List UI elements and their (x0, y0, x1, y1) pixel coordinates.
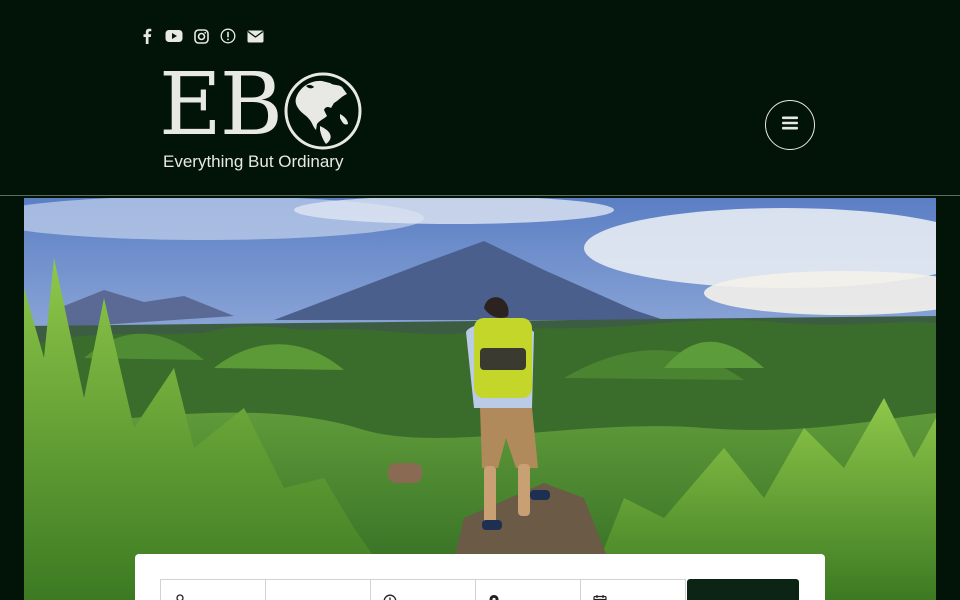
site-header: EB Everything But Ordinary (0, 0, 960, 196)
empty-field[interactable] (265, 579, 371, 600)
social-links (138, 27, 264, 45)
hamburger-icon (782, 116, 798, 135)
logo-tagline: Everything But Ordinary (163, 152, 344, 171)
clock-icon (383, 594, 397, 600)
envelope-icon[interactable] (246, 27, 264, 45)
search-button[interactable] (687, 579, 799, 600)
instagram-icon[interactable] (192, 27, 210, 45)
logo-letters: EB (159, 55, 283, 155)
time-field[interactable] (370, 579, 476, 600)
search-fields (160, 579, 799, 600)
alert-icon[interactable] (219, 27, 237, 45)
menu-button[interactable] (765, 100, 815, 150)
person-icon (173, 594, 187, 600)
globe-icon (284, 72, 362, 155)
hero-image (24, 198, 936, 600)
site-logo[interactable]: EB Everything But Ordinary (158, 62, 368, 178)
guests-field[interactable] (160, 579, 266, 600)
location-field[interactable] (475, 579, 581, 600)
calendar-icon (593, 594, 607, 600)
search-panel (135, 554, 825, 600)
date-field[interactable] (580, 579, 686, 600)
pin-icon (488, 594, 500, 600)
youtube-icon[interactable] (165, 27, 183, 45)
facebook-icon[interactable] (138, 27, 156, 45)
